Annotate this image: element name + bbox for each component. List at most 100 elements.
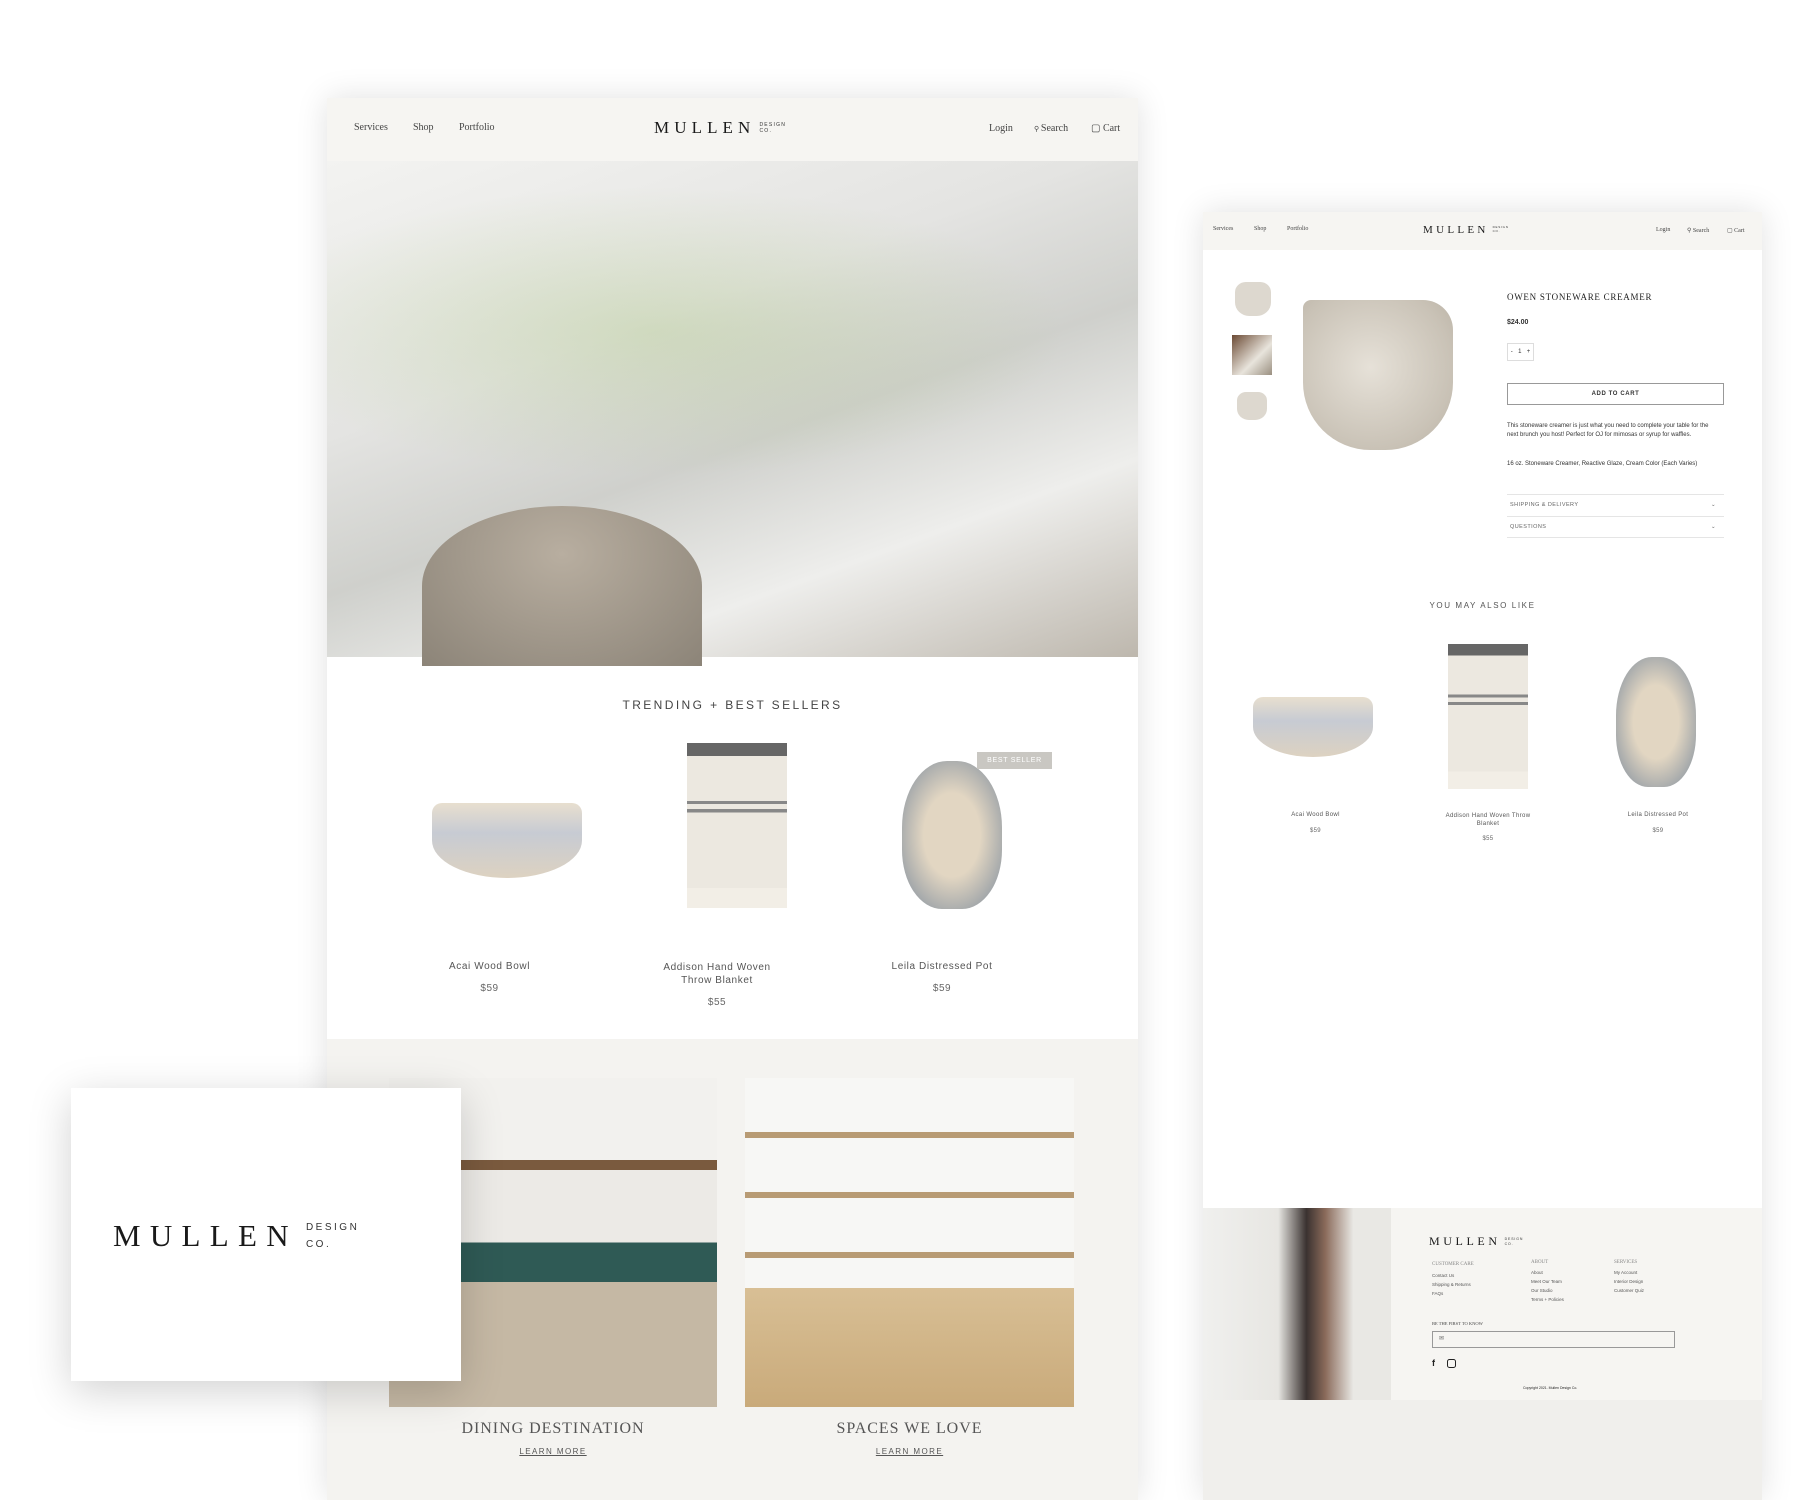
related-name[interactable]: Leila Distressed Pot — [1583, 812, 1733, 818]
product-image-pot[interactable] — [902, 761, 1002, 909]
logo-text: MULLEN — [1429, 1234, 1501, 1248]
nav-services[interactable]: Services — [354, 122, 388, 133]
product-specs: 16 oz. Stoneware Creamer, Reactive Glaze… — [1507, 461, 1698, 467]
footer-designer-photo — [1203, 1208, 1391, 1400]
shelves-image[interactable] — [745, 1078, 1074, 1407]
product-name[interactable]: Addison Hand Woven Throw Blanket — [652, 961, 782, 987]
related-image-bowl[interactable] — [1253, 697, 1373, 757]
product-description: This stoneware creamer is just what you … — [1507, 423, 1709, 438]
product-price: $59 — [932, 983, 952, 994]
footer-link[interactable]: Contact Us — [1432, 1271, 1474, 1280]
footer-col-title: ABOUT — [1531, 1260, 1549, 1265]
related-price: $55 — [1482, 836, 1494, 842]
related-image-pot[interactable] — [1616, 657, 1696, 787]
nav-cart[interactable]: ▢ Cart — [1091, 123, 1120, 134]
vase-shape — [422, 506, 702, 666]
product-price: $55 — [707, 997, 727, 1008]
logo[interactable]: MULLEN DESIGN CO. — [654, 118, 786, 138]
newsletter-email-input[interactable]: ✉ — [1432, 1331, 1675, 1348]
footer-link[interactable]: Meet Our Team — [1531, 1277, 1564, 1286]
logo-text: MULLEN — [654, 118, 756, 137]
logo-large: MULLEN DESIGN CO. — [113, 1218, 359, 1254]
learn-more-link[interactable]: LEARN MORE — [389, 1447, 717, 1456]
nav-shop[interactable]: Shop — [1254, 226, 1266, 232]
nav-portfolio[interactable]: Portfolio — [459, 122, 495, 133]
quantity-stepper[interactable]: - 1 + — [1507, 343, 1534, 361]
nav-shop[interactable]: Shop — [413, 122, 434, 133]
hero-kitchen-image — [327, 161, 1138, 666]
product-main-image — [1303, 300, 1453, 450]
logo-sub: DESIGN CO. — [1493, 225, 1509, 234]
related-image-blanket[interactable] — [1448, 644, 1528, 789]
qty-value[interactable]: 1 — [1518, 349, 1521, 355]
footer-link[interactable]: FAQs — [1432, 1289, 1474, 1298]
qty-minus-button[interactable]: - — [1511, 349, 1513, 355]
footer-link[interactable]: Customer Quiz — [1614, 1286, 1644, 1295]
footer-link[interactable]: Shipping & Returns — [1432, 1280, 1474, 1289]
facebook-icon[interactable]: f — [1432, 1358, 1435, 1368]
add-to-cart-button[interactable]: ADD TO CART — [1507, 383, 1724, 405]
thumbnail-1[interactable] — [1235, 282, 1271, 316]
feature-title: DINING DESTINATION — [461, 1420, 645, 1437]
related-price: $59 — [1652, 828, 1664, 834]
learn-more-link[interactable]: LEARN MORE — [745, 1447, 1074, 1456]
product-name[interactable]: Acai Wood Bowl — [397, 961, 582, 972]
footer-col-title: SERVICES — [1614, 1260, 1638, 1265]
logo-text: MULLEN — [113, 1218, 298, 1253]
nav-login[interactable]: Login — [1656, 227, 1670, 233]
logo-sub: DESIGN CO. — [306, 1219, 359, 1253]
nav-cart-label: Cart — [1102, 123, 1121, 134]
search-icon: ⚲ — [1034, 125, 1041, 133]
product-page-mockup: Services Shop Portfolio MULLEN DESIGN CO.… — [1203, 212, 1762, 1500]
nav-cart[interactable]: ▢ Cart — [1727, 227, 1745, 234]
product-name[interactable]: Leila Distressed Pot — [827, 961, 1057, 972]
logo-sub1: DESIGN — [759, 121, 787, 128]
footer-col-services: SERVICES My Account Interior Design Cust… — [1614, 1258, 1644, 1295]
logo-sub2: CO. — [1504, 1241, 1514, 1246]
chevron-down-icon: ⌄ — [1710, 502, 1716, 508]
related-name[interactable]: Addison Hand Woven Throw Blanket — [1443, 812, 1533, 828]
instagram-icon[interactable] — [1447, 1359, 1456, 1368]
footer-link[interactable]: Terms + Policies — [1531, 1295, 1564, 1304]
nav-search[interactable]: ⚲ Search — [1687, 227, 1709, 234]
logo-sub: DESIGN CO. — [759, 122, 786, 135]
logo-sub2: CO. — [759, 128, 773, 134]
trending-title: TRENDING + BEST SELLERS — [622, 698, 843, 712]
nav-services[interactable]: Services — [1213, 226, 1233, 232]
footer: MULLEN DESIGN CO. CUSTOMER CARE Contact U… — [1203, 1208, 1762, 1400]
table-shape — [745, 1288, 1074, 1407]
footer-link[interactable]: Interior Design — [1614, 1277, 1644, 1286]
thumbnail-3[interactable] — [1237, 392, 1267, 420]
nav-portfolio[interactable]: Portfolio — [1287, 226, 1308, 232]
main-nav: Services Shop Portfolio MULLEN DESIGN CO.… — [327, 98, 1138, 161]
related-price: $59 — [1310, 828, 1321, 834]
bag-icon: ▢ — [1091, 123, 1103, 134]
logo-text: MULLEN — [1423, 224, 1489, 236]
below-footer-band — [1203, 1400, 1762, 1500]
related-name[interactable]: Acai Wood Bowl — [1243, 812, 1388, 818]
thumbnail-2[interactable] — [1232, 335, 1272, 375]
feature-title: SPACES WE LOVE — [836, 1420, 983, 1437]
accordion-questions[interactable]: QUESTIONS ⌄ — [1507, 516, 1724, 538]
qty-plus-button[interactable]: + — [1527, 349, 1531, 355]
product-price: $59 — [480, 983, 499, 994]
logo-sub: DESIGN CO. — [1505, 1237, 1524, 1246]
copyright: Copyright 2021. Mullen Design Co. — [1523, 1386, 1578, 1390]
product-title: OWEN STONEWARE CREAMER — [1507, 292, 1653, 302]
nav-search-label: Search — [1692, 228, 1710, 234]
product-image-blanket[interactable] — [687, 743, 787, 908]
accordion-label: QUESTIONS — [1510, 524, 1547, 530]
chevron-down-icon: ⌄ — [1710, 524, 1716, 530]
product-nav: Services Shop Portfolio MULLEN DESIGN CO.… — [1203, 212, 1762, 250]
product-image-bowl[interactable] — [432, 803, 582, 878]
accordion-shipping[interactable]: SHIPPING & DELIVERY ⌄ — [1507, 494, 1724, 516]
footer-logo: MULLEN DESIGN CO. — [1429, 1234, 1523, 1249]
footer-link[interactable]: My Account — [1614, 1268, 1644, 1277]
footer-col-about: ABOUT About Meet Our Team Our Studio Ter… — [1531, 1258, 1564, 1304]
related-title: YOU MAY ALSO LIKE — [1429, 601, 1536, 610]
logo[interactable]: MULLEN DESIGN CO. — [1423, 224, 1509, 236]
nav-search[interactable]: ⚲ Search — [1034, 123, 1068, 134]
footer-link[interactable]: About — [1531, 1268, 1564, 1277]
footer-link[interactable]: Our Studio — [1531, 1286, 1564, 1295]
nav-login[interactable]: Login — [989, 123, 1013, 134]
